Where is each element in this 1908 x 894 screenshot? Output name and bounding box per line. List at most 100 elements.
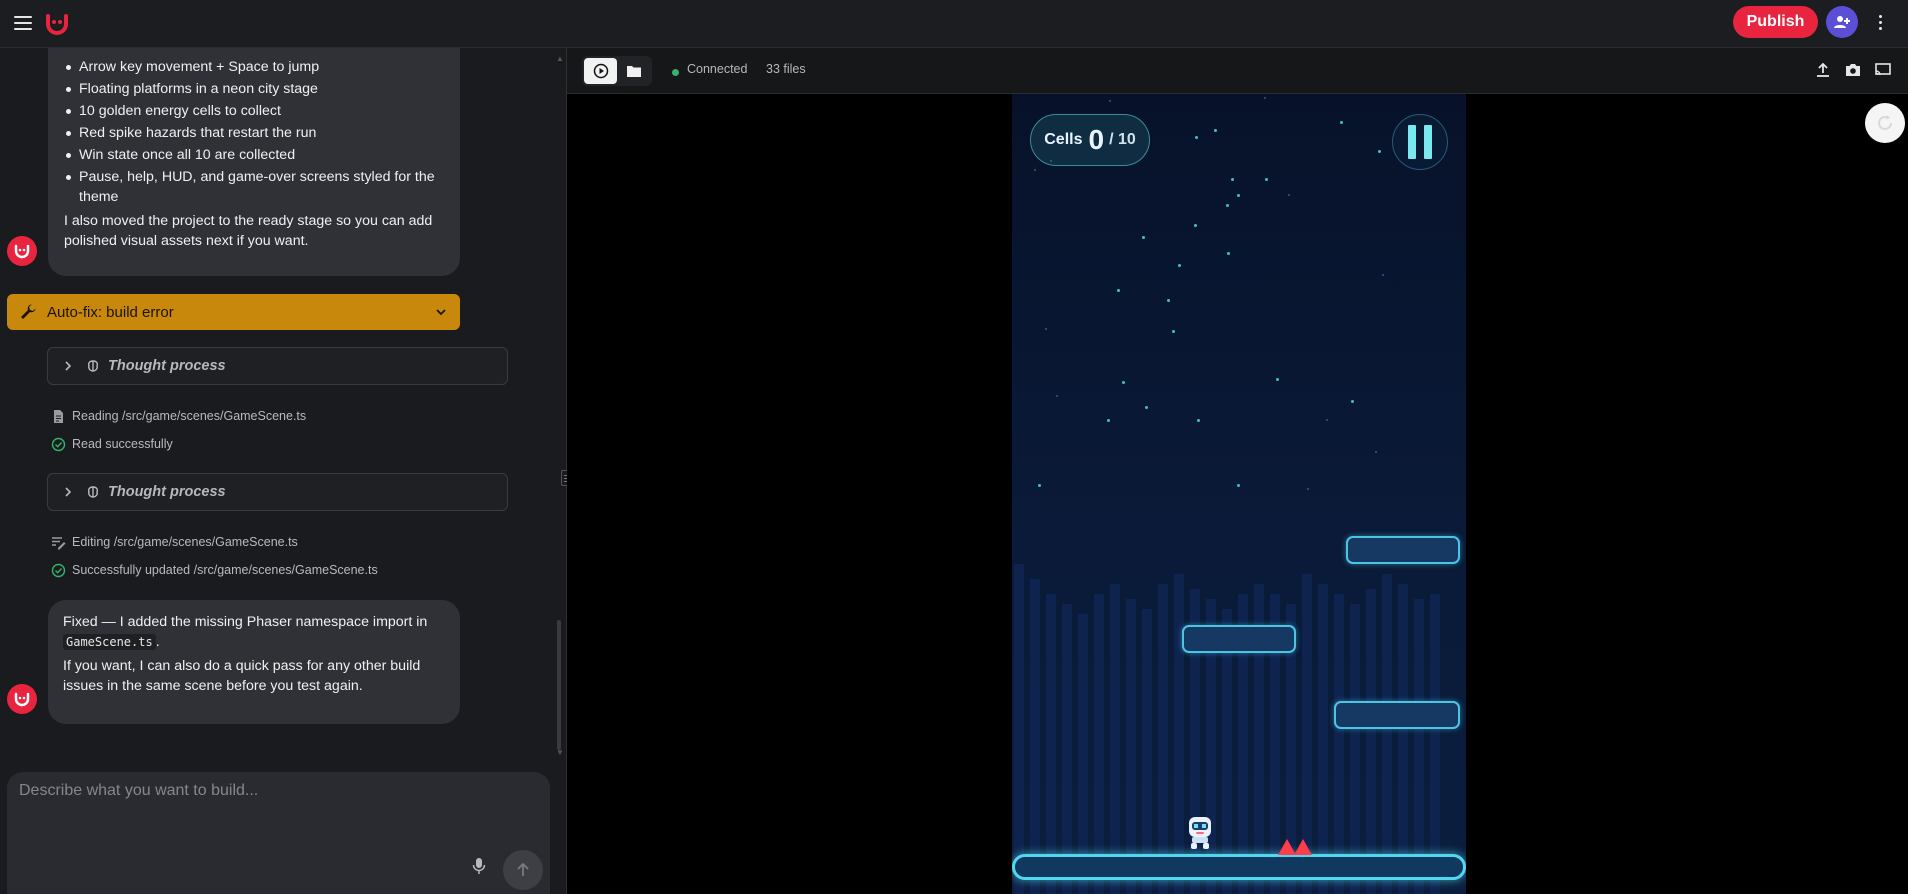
refresh-icon bbox=[1878, 115, 1892, 130]
game-canvas[interactable]: Cells 0 / 10 bbox=[1012, 94, 1466, 894]
more-vert-icon[interactable] bbox=[1868, 10, 1892, 34]
star bbox=[1178, 264, 1181, 267]
upload-button[interactable] bbox=[1813, 60, 1833, 80]
scroll-up-arrow[interactable]: ▲ bbox=[556, 54, 564, 63]
tool-step: Reading /src/game/scenes/GameScene.ts bbox=[51, 406, 306, 426]
pause-button[interactable] bbox=[1392, 114, 1448, 170]
cast-button[interactable] bbox=[1873, 60, 1893, 80]
logo-icon bbox=[14, 244, 30, 259]
add-user-button[interactable] bbox=[1826, 6, 1858, 38]
mic-button[interactable] bbox=[467, 854, 491, 878]
step-text: Reading /src/game/scenes/GameScene.ts bbox=[72, 409, 307, 423]
platform bbox=[1334, 701, 1460, 729]
wrench-icon bbox=[21, 304, 36, 319]
message-text: I also moved the project to the ready st… bbox=[64, 213, 433, 249]
city-building bbox=[1142, 609, 1152, 894]
refresh-button[interactable] bbox=[1865, 103, 1905, 143]
city-building bbox=[1382, 574, 1392, 894]
message-text: Fixed — I added the missing Phaser names… bbox=[63, 612, 446, 652]
step-text: Successfully updated /src/game/scenes/Ga… bbox=[72, 563, 378, 577]
star bbox=[1288, 194, 1290, 196]
message-line: Fixed — I added the missing Phaser names… bbox=[63, 614, 428, 630]
step-text: Read successfully bbox=[72, 437, 173, 451]
logo-icon bbox=[14, 692, 30, 707]
star bbox=[1122, 381, 1125, 384]
step-text: Editing /src/game/scenes/GameScene.ts bbox=[72, 535, 298, 549]
tool-step: Successfully updated /src/game/scenes/Ga… bbox=[51, 560, 378, 580]
city-building bbox=[1030, 579, 1040, 894]
files-mode-button[interactable] bbox=[617, 58, 650, 84]
thought-label: Thought process bbox=[108, 358, 226, 374]
star bbox=[1378, 150, 1381, 153]
folder-icon bbox=[626, 66, 641, 77]
brain-icon bbox=[87, 360, 99, 372]
star bbox=[1264, 97, 1266, 99]
preview-mode-button[interactable] bbox=[584, 58, 617, 84]
city-building bbox=[1158, 584, 1168, 894]
prompt-input[interactable] bbox=[19, 782, 529, 842]
star bbox=[1226, 204, 1229, 207]
view-toggle bbox=[582, 56, 652, 86]
chevron-right-icon bbox=[65, 487, 72, 497]
city-building bbox=[1078, 614, 1088, 894]
city-building bbox=[1350, 604, 1360, 894]
scroll-down-arrow[interactable]: ▼ bbox=[556, 748, 564, 757]
check-circle-icon bbox=[51, 563, 66, 577]
inline-code: GameScene.ts bbox=[63, 634, 156, 650]
star bbox=[1117, 289, 1120, 292]
city-building bbox=[1174, 574, 1184, 894]
play-icon bbox=[593, 63, 608, 79]
city-building bbox=[1014, 564, 1024, 894]
connection-status-dot bbox=[672, 69, 679, 76]
screenshot-button[interactable] bbox=[1843, 60, 1863, 80]
tool-step: Read successfully bbox=[51, 434, 173, 454]
star bbox=[1109, 100, 1111, 102]
chat-scrollbar[interactable] bbox=[557, 620, 561, 750]
chevron-down-icon bbox=[436, 309, 446, 316]
autofix-accordion[interactable]: Auto-fix: build error bbox=[7, 294, 460, 330]
chat-panel: Arrow key movement + Space to jump Float… bbox=[0, 48, 566, 894]
edit-lines-icon bbox=[52, 536, 66, 549]
star bbox=[1351, 400, 1354, 403]
star bbox=[1034, 169, 1036, 171]
preview-toolbar: Connected 33 files bbox=[567, 48, 1908, 94]
check-circle-icon bbox=[51, 437, 66, 451]
ground-platform bbox=[1012, 854, 1466, 880]
send-button[interactable] bbox=[503, 850, 543, 890]
city-building bbox=[1318, 584, 1328, 894]
logo-icon[interactable] bbox=[44, 10, 70, 36]
pause-icon bbox=[1424, 125, 1432, 159]
thought-process-toggle[interactable]: Thought process bbox=[47, 347, 508, 385]
star bbox=[1142, 236, 1145, 239]
star bbox=[1375, 451, 1377, 453]
city-building bbox=[1398, 584, 1408, 894]
feature-list: Arrow key movement + Space to jump Float… bbox=[64, 57, 446, 207]
star bbox=[1214, 129, 1217, 132]
punctuation: . bbox=[155, 634, 160, 650]
star bbox=[1326, 419, 1328, 421]
star bbox=[1172, 330, 1175, 333]
city-building bbox=[1110, 584, 1120, 894]
platform bbox=[1182, 625, 1296, 653]
list-item: 10 golden energy cells to collect bbox=[64, 101, 446, 121]
menu-icon[interactable] bbox=[10, 10, 36, 36]
star bbox=[1265, 178, 1268, 181]
publish-button[interactable]: Publish bbox=[1733, 6, 1818, 38]
thought-process-toggle[interactable]: Thought process bbox=[47, 473, 508, 511]
add-user-icon bbox=[1834, 16, 1850, 28]
cells-counter: Cells 0 / 10 bbox=[1030, 114, 1150, 166]
star bbox=[1050, 160, 1052, 162]
star bbox=[1307, 488, 1309, 490]
city-building bbox=[1430, 594, 1440, 894]
star bbox=[1145, 406, 1148, 409]
star bbox=[1276, 378, 1279, 381]
composer bbox=[7, 772, 550, 894]
upload-icon bbox=[1817, 63, 1829, 77]
cells-total: / 10 bbox=[1109, 131, 1136, 148]
list-item: Arrow key movement + Space to jump bbox=[64, 57, 446, 77]
city-building bbox=[1366, 589, 1376, 894]
chevron-right-icon bbox=[65, 361, 72, 371]
file-count: 33 files bbox=[766, 62, 806, 76]
city-building bbox=[1046, 594, 1056, 894]
cells-count: 0 bbox=[1088, 124, 1105, 155]
